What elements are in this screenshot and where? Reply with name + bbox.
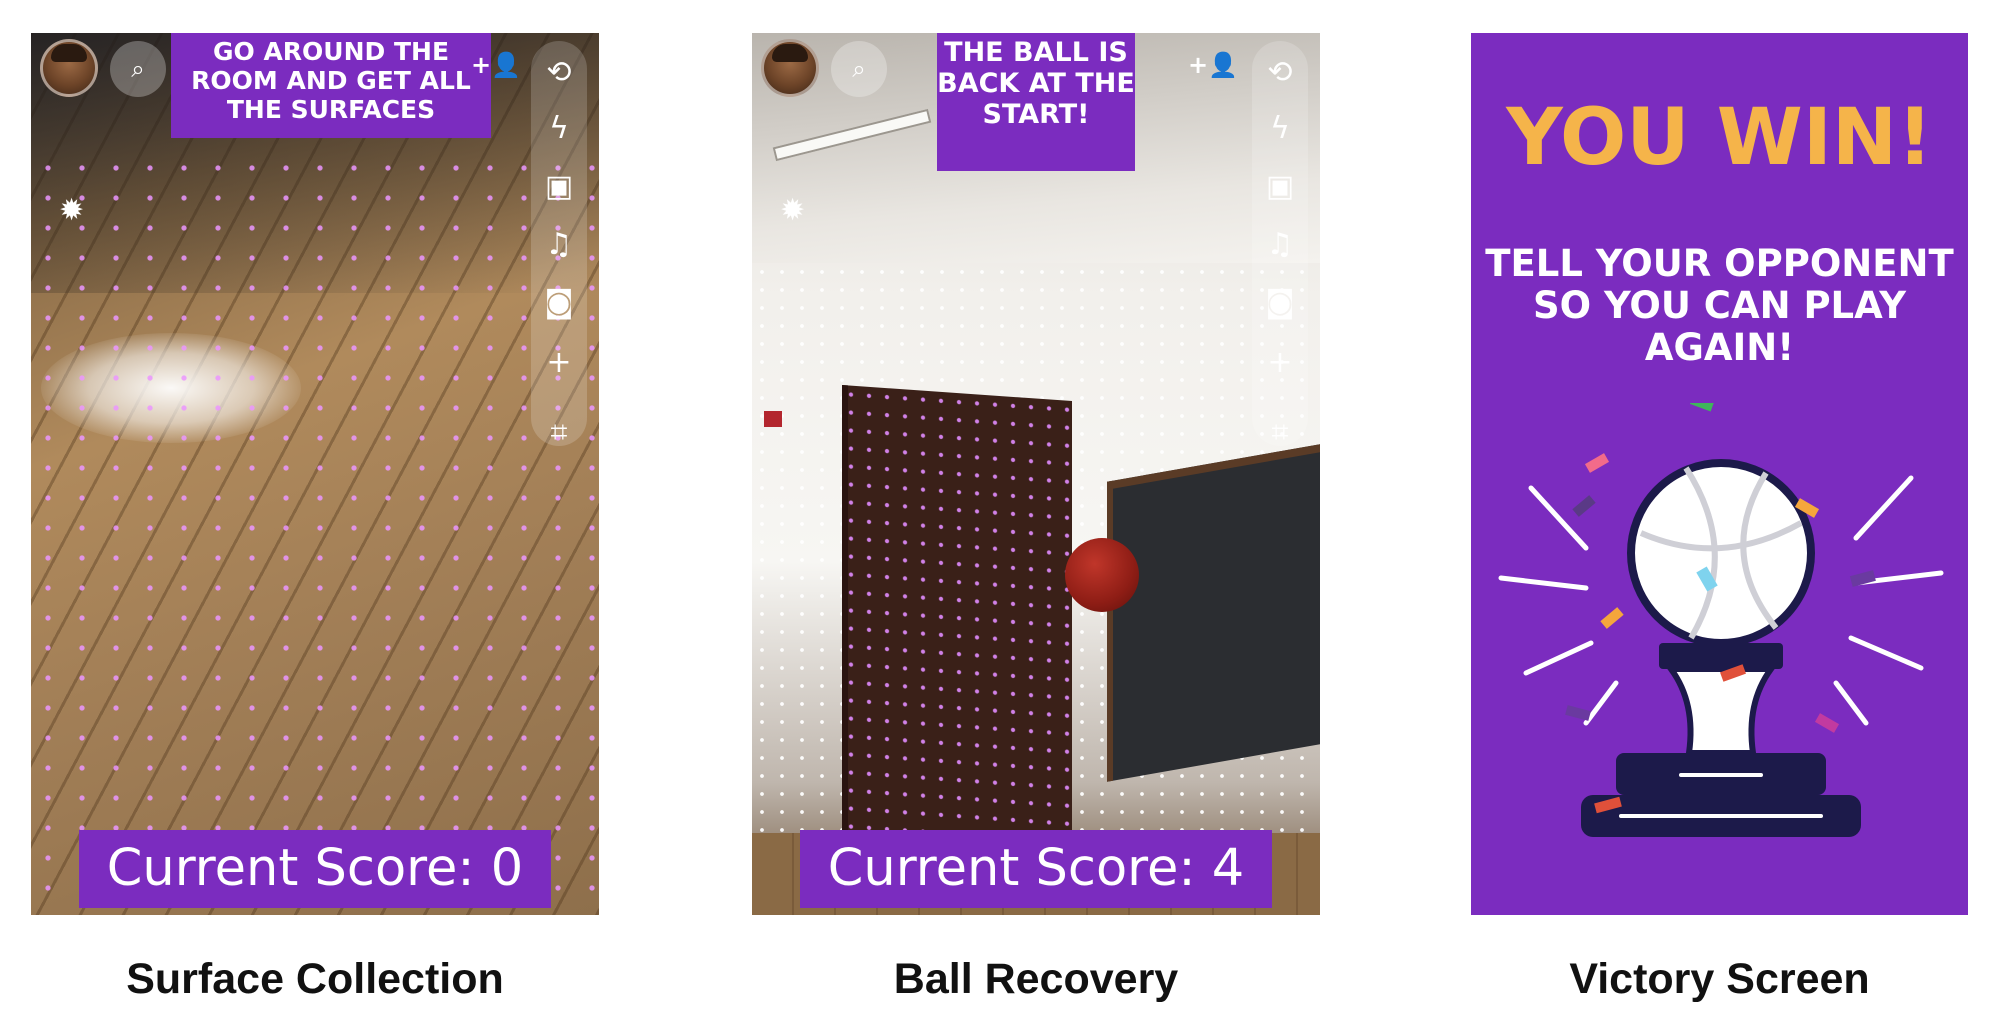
caption-victory-screen: Victory Screen	[1569, 955, 1870, 1003]
video-chat-icon[interactable]: ▣	[1252, 167, 1308, 207]
instruction-banner: THE BALL IS BACK AT THE START!	[937, 33, 1135, 171]
caption-surface-collection: Surface Collection	[126, 955, 504, 1003]
search-icon[interactable]: ⌕	[110, 41, 166, 97]
video-chat-icon[interactable]: ▣	[531, 167, 587, 207]
flash-icon[interactable]: ϟ	[1252, 109, 1308, 149]
music-icon[interactable]: ♫	[1252, 225, 1308, 265]
flip-camera-icon[interactable]: ⟲	[531, 53, 587, 93]
current-score: Current Score: 0	[79, 830, 551, 908]
door-markers	[842, 384, 1072, 852]
scan-icon[interactable]: ⌗	[531, 413, 587, 453]
current-score: Current Score: 4	[800, 830, 1272, 908]
win-message: TELL YOUR OPPONENT SO YOU CAN PLAY AGAIN…	[1485, 242, 1954, 369]
ball[interactable]	[1065, 538, 1139, 612]
plus-icon[interactable]: +	[1252, 343, 1308, 383]
ball-recovery-screen: ⌕ THE BALL IS BACK AT THE START! +👤 ⟲ ϟ …	[752, 33, 1320, 915]
plus-icon[interactable]: +	[531, 343, 587, 383]
exit-sign	[764, 411, 782, 427]
scan-icon[interactable]: ⌗	[1252, 413, 1308, 453]
bug-icon[interactable]: ✹	[59, 193, 84, 228]
add-friend-icon[interactable]: +👤	[1188, 51, 1238, 79]
win-title: YOU WIN!	[1506, 93, 1933, 183]
flash-icon[interactable]: ϟ	[531, 109, 587, 149]
camera-tool-rail: ⟲ ϟ ▣ ♫ ◙ +	[531, 41, 587, 446]
instruction-banner: GO AROUND THE ROOM AND GET ALL THE SURFA…	[171, 33, 491, 138]
trophy-icon	[1498, 403, 1944, 837]
caption-ball-recovery: Ball Recovery	[893, 955, 1179, 1003]
add-friend-icon[interactable]: +👤	[471, 51, 521, 79]
camera-roll-icon[interactable]: ◙	[1252, 283, 1308, 323]
bug-icon[interactable]: ✹	[780, 193, 805, 228]
victory-screen: YOU WIN! TELL YOUR OPPONENT SO YOU CAN P…	[1471, 33, 1968, 915]
music-icon[interactable]: ♫	[531, 225, 587, 265]
avatar-icon[interactable]	[40, 39, 98, 97]
avatar-icon[interactable]	[761, 39, 819, 97]
flip-camera-icon[interactable]: ⟲	[1252, 53, 1308, 93]
surface-collection-screen: ⌕ GO AROUND THE ROOM AND GET ALL THE SUR…	[31, 33, 599, 915]
chalkboard	[1107, 444, 1320, 782]
camera-roll-icon[interactable]: ◙	[531, 283, 587, 323]
search-icon[interactable]: ⌕	[831, 41, 887, 97]
camera-tool-rail: ⟲ ϟ ▣ ♫ ◙ +	[1252, 41, 1308, 446]
surface-markers	[31, 153, 599, 915]
